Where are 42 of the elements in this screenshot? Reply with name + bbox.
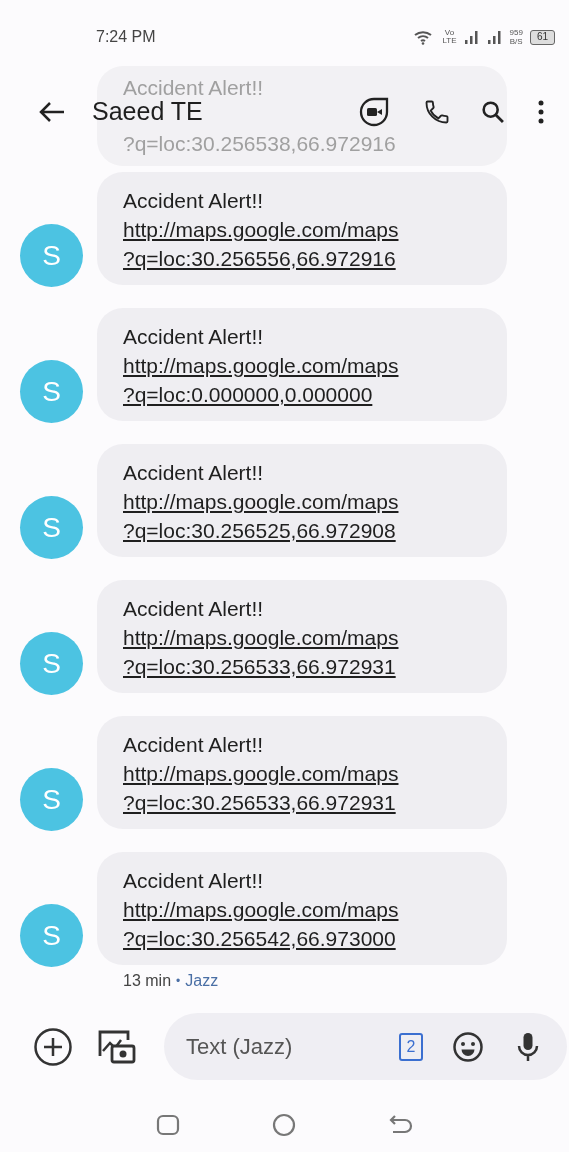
recent-apps-button[interactable] [155,1113,182,1137]
map-link[interactable]: ?q=loc:30.256525,66.972908 [123,516,396,545]
volte-indicator: Vo LTE [442,29,457,45]
signal-icon [486,29,503,45]
message-title: Accident Alert!! [123,460,264,486]
add-button[interactable] [32,1025,74,1068]
contact-avatar: S [20,224,83,287]
map-link[interactable]: http://maps.google.com/maps [123,215,399,244]
status-time: 7:24 PM [96,27,156,47]
map-link[interactable]: ?q=loc:30.256533,66.972931 [123,788,396,817]
separator-dot: • [176,973,181,990]
message-input-field[interactable]: Text (Jazz) 2 [164,1013,567,1080]
map-link[interactable]: ?q=loc:0.000000,0.000000 [123,380,373,409]
map-link[interactable]: http://maps.google.com/maps [123,759,399,788]
emoji-button[interactable] [451,1029,485,1064]
map-link[interactable]: http://maps.google.com/maps [123,351,399,380]
message-title: Accident Alert!! [123,596,264,622]
map-link[interactable]: ?q=loc:30.256533,66.972931 [123,652,396,681]
battery-indicator: 61 [529,29,555,45]
home-button[interactable] [271,1112,298,1138]
more-options-icon[interactable] [538,100,544,124]
map-link[interactable]: http://maps.google.com/maps [123,895,399,924]
contact-avatar: S [20,496,83,559]
message-title: Accident Alert!! [123,732,264,758]
signal-icon [463,29,480,45]
message-title: Accident Alert!! [123,188,264,214]
map-link[interactable]: ?q=loc:30.256556,66.972916 [123,244,396,273]
sim-card-indicator[interactable]: 2 [399,1032,423,1061]
contact-avatar: S [20,360,83,423]
message-title: Accident Alert!! [123,324,264,350]
contact-avatar: S [20,904,83,967]
message-input[interactable]: Text (Jazz) [186,1030,346,1063]
contact-avatar: S [20,632,83,695]
contact-avatar: S [20,768,83,831]
back-arrow-icon[interactable] [38,100,66,124]
network-speed: 959 B/S [509,28,523,46]
map-link[interactable]: http://maps.google.com/maps [123,487,399,516]
carrier-name: Jazz [185,971,219,991]
message-title: Accident Alert!! [123,868,264,894]
message-time: 13 min [123,971,172,991]
map-link[interactable]: http://maps.google.com/maps [123,623,399,652]
map-link[interactable]: ?q=loc:30.256542,66.973000 [123,924,396,953]
